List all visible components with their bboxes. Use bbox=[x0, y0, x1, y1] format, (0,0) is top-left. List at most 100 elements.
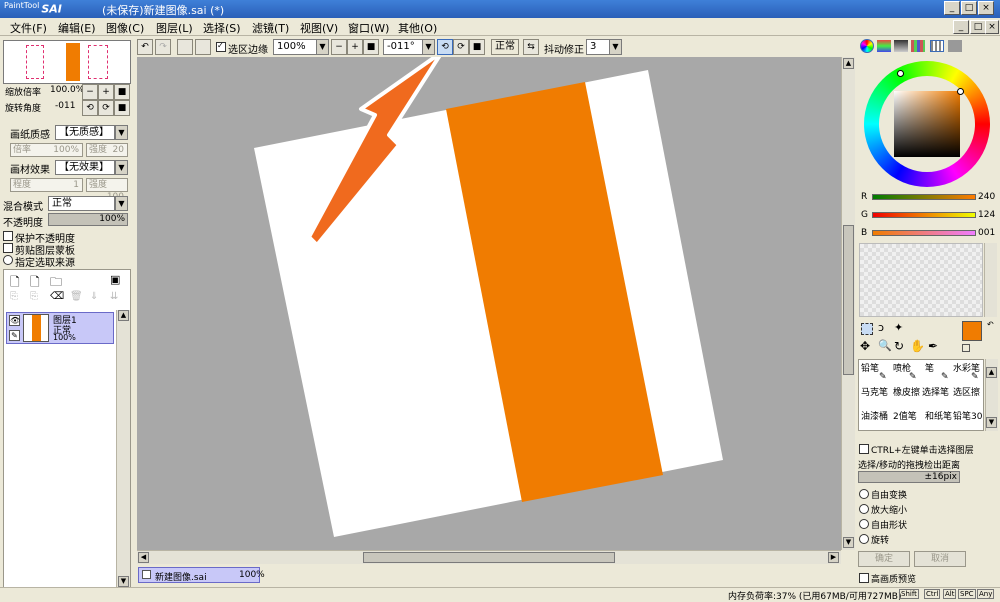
canvas-vertical-scrollbar[interactable]: ▲ ▼ bbox=[841, 57, 855, 550]
paper-scale-field[interactable]: 倍率 100% bbox=[10, 143, 83, 157]
zoom-in-button[interactable]: + bbox=[347, 39, 363, 55]
canvas-horizontal-scrollbar[interactable]: ◀ ▶ bbox=[137, 550, 841, 564]
foreground-color-swatch[interactable] bbox=[962, 321, 982, 341]
nav-rotate-cw-button[interactable]: ⟳ bbox=[98, 100, 114, 116]
paper-texture-select[interactable]: 【无质感】 bbox=[55, 125, 115, 140]
eyedropper-icon[interactable]: ✒ bbox=[928, 339, 938, 353]
transform-free-radio[interactable] bbox=[859, 489, 869, 499]
tool-binary-pen[interactable]: 2值笔 bbox=[893, 409, 917, 422]
clear-layer-icon[interactable]: ⌫ bbox=[50, 291, 64, 302]
paper-strength-field[interactable]: 强度 20 bbox=[86, 143, 128, 157]
transform-rotate-radio[interactable] bbox=[859, 534, 869, 544]
cancel-button[interactable]: 取消 bbox=[914, 551, 966, 567]
brush-effect-select[interactable]: 【无效果】 bbox=[55, 160, 115, 175]
selection-edge-checkbox[interactable]: ✓ bbox=[216, 41, 226, 52]
nav-zoom-reset-button[interactable]: ■ bbox=[114, 84, 130, 100]
brush-effect-dropdown[interactable]: ▼ bbox=[115, 160, 128, 175]
selection-source-radio[interactable] bbox=[3, 255, 13, 265]
g-slider[interactable] bbox=[872, 212, 976, 218]
magic-wand-icon[interactable]: ✦ bbox=[894, 321, 903, 334]
doc-restore-button[interactable]: □ bbox=[970, 20, 986, 34]
b-slider[interactable] bbox=[872, 230, 976, 236]
blend-mode-select[interactable]: 正常 bbox=[48, 196, 115, 211]
drag-distance-slider[interactable]: ±16pix bbox=[858, 471, 960, 483]
scratchpad-scrollbar[interactable] bbox=[984, 243, 997, 317]
lasso-icon[interactable]: ↄ bbox=[878, 321, 884, 334]
zoom-field[interactable]: 100% bbox=[273, 39, 317, 55]
brush-tools-scrollbar[interactable]: ▲ ▼ bbox=[985, 359, 998, 431]
maximize-button[interactable]: □ bbox=[961, 1, 977, 15]
nav-zoom-out-button[interactable]: − bbox=[82, 84, 98, 100]
tool-brush[interactable]: 笔 bbox=[925, 361, 934, 374]
deselect-button[interactable] bbox=[177, 39, 193, 55]
menu-image[interactable]: 图像(C) bbox=[106, 20, 144, 36]
move-icon[interactable]: ✥ bbox=[860, 339, 870, 353]
swatch-mode-icon[interactable] bbox=[911, 40, 925, 52]
tool-select-pen[interactable]: 选择笔 bbox=[922, 385, 949, 398]
rotation-field[interactable]: -011° bbox=[383, 39, 423, 55]
nav-rotate-ccw-button[interactable]: ⟲ bbox=[82, 100, 98, 116]
menu-filter[interactable]: 滤镜(T) bbox=[252, 20, 289, 36]
tool-washi-pen[interactable]: 和纸笔 bbox=[925, 409, 952, 422]
redo-button[interactable]: ↷ bbox=[155, 39, 171, 55]
ctrl-select-layer-checkbox[interactable] bbox=[859, 444, 869, 454]
hq-preview-checkbox[interactable] bbox=[859, 573, 869, 583]
hand-icon[interactable]: ✋ bbox=[910, 339, 925, 353]
transform-distort-radio[interactable] bbox=[859, 519, 869, 529]
layer-edit-pencil-icon[interactable]: ✎ bbox=[9, 330, 20, 341]
paste-layer-icon[interactable]: ⎘ bbox=[30, 291, 38, 302]
stabilizer-dropdown[interactable]: ▼ bbox=[609, 39, 622, 55]
rotate-cw-button[interactable]: ⟳ bbox=[453, 39, 469, 55]
layer-mask-icon[interactable]: ▣ bbox=[110, 273, 120, 286]
zoom-out-button[interactable]: − bbox=[331, 39, 347, 55]
reset-colors-icon[interactable] bbox=[962, 344, 970, 352]
menu-other[interactable]: 其他(O) bbox=[398, 20, 437, 36]
close-button[interactable]: × bbox=[978, 1, 994, 15]
preserve-opacity-checkbox[interactable] bbox=[3, 231, 13, 241]
paper-texture-dropdown[interactable]: ▼ bbox=[115, 125, 128, 140]
rect-select-icon[interactable] bbox=[861, 323, 873, 335]
menu-view[interactable]: 视图(V) bbox=[300, 20, 338, 36]
doc-minimize-button[interactable]: _ bbox=[953, 20, 969, 34]
zoom-tool-icon[interactable]: 🔍 bbox=[878, 339, 892, 352]
nav-zoom-in-button[interactable]: + bbox=[98, 84, 114, 100]
nav-rotate-reset-button[interactable]: ■ bbox=[114, 100, 130, 116]
color-wheel[interactable] bbox=[864, 61, 990, 187]
menu-layer[interactable]: 图层(L) bbox=[156, 20, 193, 36]
blend-normal-button[interactable]: 正常 bbox=[491, 39, 519, 55]
scratchpad[interactable] bbox=[859, 243, 983, 317]
menu-file[interactable]: 文件(F) bbox=[10, 20, 47, 36]
rotate-reset-button[interactable]: ■ bbox=[469, 39, 485, 55]
effect-degree-field[interactable]: 程度 1 bbox=[10, 178, 83, 192]
rgb-slider-mode-icon[interactable] bbox=[877, 40, 891, 52]
scratchpad-mode-icon[interactable] bbox=[930, 40, 944, 52]
canvas-tab[interactable]: 新建图像.sai 100% bbox=[138, 567, 265, 583]
hsv-slider-mode-icon[interactable] bbox=[894, 40, 908, 52]
tool-pencil[interactable]: 铅笔 bbox=[861, 361, 879, 374]
swap-colors-icon[interactable]: ↶ bbox=[987, 320, 994, 329]
copy-layer-icon[interactable]: ⎘ bbox=[10, 291, 18, 302]
tool-bucket[interactable]: 油漆桶 bbox=[861, 409, 888, 422]
merge-down-icon[interactable]: ⇓ bbox=[90, 291, 98, 302]
canvas-vscroll-thumb[interactable] bbox=[843, 225, 854, 375]
sv-picker-handle[interactable] bbox=[957, 88, 964, 95]
doc-close-button[interactable]: × bbox=[985, 20, 999, 34]
merge-all-icon[interactable]: ⇊ bbox=[110, 291, 118, 302]
opacity-slider[interactable]: 100% bbox=[48, 213, 128, 226]
canvas-hscroll-thumb[interactable] bbox=[363, 552, 615, 563]
minimize-button[interactable]: _ bbox=[944, 1, 960, 15]
menu-edit[interactable]: 编辑(E) bbox=[58, 20, 96, 36]
tool-select-eraser[interactable]: 选区擦 bbox=[953, 385, 980, 398]
rotation-dropdown[interactable]: ▼ bbox=[422, 39, 435, 55]
zoom-reset-button[interactable]: ■ bbox=[363, 39, 379, 55]
menu-select[interactable]: 选择(S) bbox=[203, 20, 241, 36]
undo-button[interactable]: ↶ bbox=[137, 39, 153, 55]
tool-marker[interactable]: 马克笔 bbox=[861, 385, 888, 398]
effect-strength-field[interactable]: 强度100 bbox=[86, 178, 128, 202]
layer-list-scrollbar[interactable]: ▲ ▼ bbox=[116, 310, 130, 588]
transform-scale-radio[interactable] bbox=[859, 504, 869, 514]
flip-button[interactable]: ⇆ bbox=[523, 39, 539, 55]
canvas-svg[interactable] bbox=[137, 57, 841, 550]
menu-window[interactable]: 窗口(W) bbox=[348, 20, 389, 36]
canvas-area[interactable] bbox=[137, 57, 841, 550]
